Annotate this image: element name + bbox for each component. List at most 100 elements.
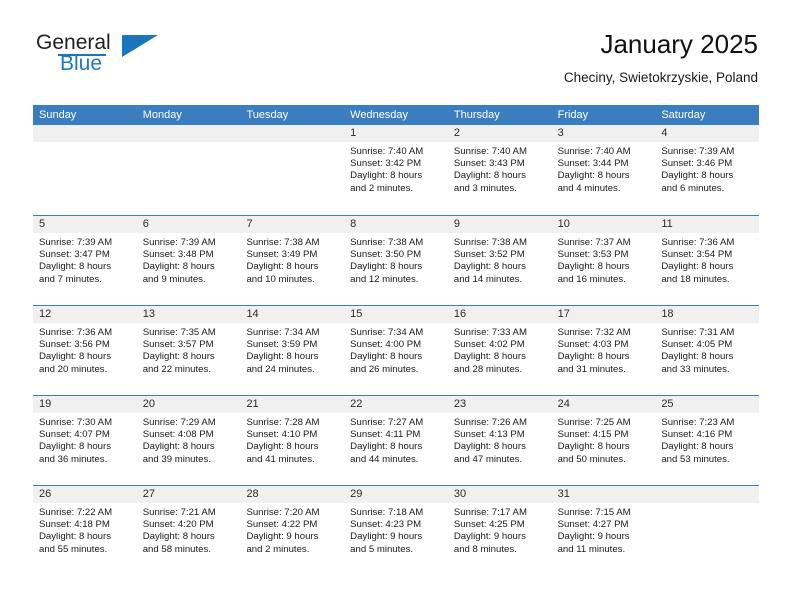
day-info: Sunrise: 7:37 AM Sunset: 3:53 PM Daylight:… [552, 233, 656, 286]
daylight-text-line2: and 39 minutes. [142, 453, 211, 465]
daylight-text-line2: and 3 minutes. [453, 182, 517, 194]
sunset-text: Sunset: 4:18 PM [39, 519, 110, 531]
day-number-strip: 14 [240, 306, 345, 323]
day-cell[interactable]: 29 Sunrise: 7:18 AM Sunset: 4:23 PM Dayligh… [344, 486, 448, 575]
day-info: Sunrise: 7:40 AM Sunset: 3:42 PM Daylight:… [344, 142, 448, 195]
day-number-strip: 24 [551, 396, 656, 413]
day-number: 6 [142, 218, 149, 230]
day-cell[interactable]: 23 Sunrise: 7:26 AM Sunset: 4:13 PM Dayligh… [447, 396, 552, 485]
day-number-strip: 8 [344, 216, 448, 233]
sunset-text: Sunset: 4:11 PM [350, 429, 421, 441]
day-number-strip: 6 [136, 216, 241, 233]
day-number-strip [33, 125, 137, 142]
day-cell[interactable]: 16 Sunrise: 7:33 AM Sunset: 4:02 PM Dayligh… [447, 306, 552, 395]
day-info: Sunrise: 7:40 AM Sunset: 3:43 PM Daylight:… [448, 142, 552, 195]
day-cell[interactable]: 24 Sunrise: 7:25 AM Sunset: 4:15 PM Dayligh… [551, 396, 656, 485]
day-cell[interactable]: 26 Sunrise: 7:22 AM Sunset: 4:18 PM Dayligh… [33, 486, 137, 575]
sunrise-text: Sunrise: 7:40 AM [557, 146, 631, 157]
day-number: 1 [350, 127, 357, 139]
day-info: Sunrise: 7:34 AM Sunset: 4:00 PM Daylight:… [344, 323, 448, 376]
day-cell[interactable]: 7 Sunrise: 7:38 AM Sunset: 3:49 PM Daylight… [240, 216, 345, 305]
sunrise-text: Sunrise: 7:29 AM [142, 417, 216, 428]
day-number-strip: 18 [655, 306, 760, 323]
day-cell[interactable]: 20 Sunrise: 7:29 AM Sunset: 4:08 PM Dayligh… [136, 396, 241, 485]
day-cell[interactable]: 4 Sunrise: 7:39 AM Sunset: 3:46 PM Daylight… [655, 125, 760, 215]
page-header: General Blue January 2025 Checiny, Swiet… [34, 28, 758, 102]
day-cell[interactable]: 10 Sunrise: 7:37 AM Sunset: 3:53 PM Dayligh… [551, 216, 656, 305]
day-cell[interactable]: 1 Sunrise: 7:40 AM Sunset: 3:42 PM Daylight… [344, 125, 448, 215]
day-number-strip [136, 125, 241, 142]
day-cell[interactable]: 14 Sunrise: 7:34 AM Sunset: 3:59 PM Dayligh… [240, 306, 345, 395]
daylight-text-line2: and 16 minutes. [557, 273, 626, 285]
daylight-text-line2: and 20 minutes. [39, 363, 108, 375]
day-number: 7 [246, 218, 253, 230]
day-number: 27 [142, 488, 155, 500]
day-number-strip: 11 [655, 216, 760, 233]
weekday-header-row: Sunday Monday Tuesday Wednesday Thursday Frid… [33, 105, 759, 125]
sunset-text: Sunset: 4:22 PM [246, 519, 318, 531]
day-number-strip: 23 [447, 396, 552, 413]
day-cell[interactable]: 21 Sunrise: 7:28 AM Sunset: 4:10 PM Dayligh… [240, 396, 345, 485]
general-blue-logo[interactable]: General Blue [34, 32, 214, 88]
day-number-strip: 21 [240, 396, 345, 413]
sunset-text: Sunset: 4:25 PM [453, 519, 525, 531]
daylight-text-line1: Daylight: 8 hours [661, 170, 734, 182]
day-number-strip: 25 [655, 396, 760, 413]
day-cell[interactable]: 8 Sunrise: 7:38 AM Sunset: 3:50 PM Daylight… [344, 216, 448, 305]
daylight-text-line1: Daylight: 8 hours [557, 261, 630, 273]
day-number: 30 [453, 488, 467, 500]
daylight-text-line2: and 11 minutes. [557, 543, 626, 555]
day-cell[interactable]: 25 Sunrise: 7:23 AM Sunset: 4:16 PM Dayligh… [655, 396, 760, 485]
sunset-text: Sunset: 4:10 PM [246, 429, 318, 441]
sunset-text: Sunset: 3:50 PM [350, 249, 422, 261]
sunset-text: Sunset: 4:23 PM [350, 519, 422, 531]
sunset-text: Sunset: 4:02 PM [453, 339, 525, 351]
daylight-text-line2: and 2 minutes. [246, 543, 310, 555]
day-cell[interactable]: 19 Sunrise: 7:30 AM Sunset: 4:07 PM Dayligh… [33, 396, 137, 485]
sunrise-text: Sunrise: 7:27 AM [350, 417, 424, 428]
daylight-text-line2: and 7 minutes. [39, 273, 102, 285]
day-cell[interactable]: 11 Sunrise: 7:36 AM Sunset: 3:54 PM Dayligh… [655, 216, 760, 305]
day-cell[interactable]: 31 Sunrise: 7:15 AM Sunset: 4:27 PM Dayligh… [551, 486, 656, 575]
sunrise-text: Sunrise: 7:23 AM [661, 417, 735, 428]
daylight-text-line2: and 36 minutes. [39, 453, 108, 465]
day-info: Sunrise: 7:22 AM Sunset: 4:18 PM Daylight:… [33, 503, 137, 556]
day-cell[interactable]: 2 Sunrise: 7:40 AM Sunset: 3:43 PM Daylight… [447, 125, 552, 215]
daylight-text-line1: Daylight: 9 hours [557, 531, 630, 543]
day-cell[interactable]: 12 Sunrise: 7:36 AM Sunset: 3:56 PM Dayligh… [33, 306, 137, 395]
day-number-strip: 1 [344, 125, 448, 142]
day-cell[interactable]: 9 Sunrise: 7:38 AM Sunset: 3:52 PM Daylight… [447, 216, 552, 305]
day-cell[interactable]: 3 Sunrise: 7:40 AM Sunset: 3:44 PM Daylight… [551, 125, 656, 215]
daylight-text-line2: and 47 minutes. [453, 453, 523, 465]
weekday-header-thursday: Thursday [453, 109, 500, 121]
day-number: 26 [39, 488, 52, 500]
day-number-strip: 15 [344, 306, 448, 323]
sunrise-text: Sunrise: 7:36 AM [39, 327, 113, 338]
day-cell[interactable]: 22 Sunrise: 7:27 AM Sunset: 4:11 PM Dayligh… [344, 396, 448, 485]
day-cell[interactable]: 6 Sunrise: 7:39 AM Sunset: 3:48 PM Daylight… [136, 216, 241, 305]
day-cell[interactable]: 28 Sunrise: 7:20 AM Sunset: 4:22 PM Dayligh… [240, 486, 345, 575]
sunrise-text: Sunrise: 7:38 AM [246, 237, 320, 248]
day-number-strip: 26 [33, 486, 137, 503]
sunrise-text: Sunrise: 7:35 AM [142, 327, 216, 338]
day-info: Sunrise: 7:29 AM Sunset: 4:08 PM Daylight:… [137, 413, 241, 466]
sunset-text: Sunset: 4:05 PM [661, 339, 733, 351]
day-cell[interactable]: 30 Sunrise: 7:17 AM Sunset: 4:25 PM Dayligh… [447, 486, 552, 575]
day-cell[interactable]: 18 Sunrise: 7:31 AM Sunset: 4:05 PM Dayligh… [655, 306, 760, 395]
day-number-strip: 4 [655, 125, 760, 142]
day-number: 15 [350, 308, 363, 320]
day-cell[interactable]: 5 Sunrise: 7:39 AM Sunset: 3:47 PM Daylight… [33, 216, 137, 305]
daylight-text-line2: and 14 minutes. [453, 273, 523, 285]
day-cell[interactable]: 27 Sunrise: 7:21 AM Sunset: 4:20 PM Dayligh… [136, 486, 241, 575]
daylight-text-line2: and 41 minutes. [246, 453, 315, 465]
daylight-text-line1: Daylight: 8 hours [39, 261, 111, 273]
daylight-text-line1: Daylight: 8 hours [350, 351, 423, 363]
day-info: Sunrise: 7:31 AM Sunset: 4:05 PM Daylight:… [655, 323, 759, 376]
sunrise-text: Sunrise: 7:25 AM [557, 417, 631, 428]
sunrise-text: Sunrise: 7:36 AM [661, 237, 735, 248]
day-cell-empty [136, 125, 241, 215]
day-cell[interactable]: 15 Sunrise: 7:34 AM Sunset: 4:00 PM Dayligh… [344, 306, 448, 395]
day-cell[interactable]: 17 Sunrise: 7:32 AM Sunset: 4:03 PM Dayligh… [551, 306, 656, 395]
day-info: Sunrise: 7:25 AM Sunset: 4:15 PM Daylight:… [552, 413, 656, 466]
day-cell[interactable]: 13 Sunrise: 7:35 AM Sunset: 3:57 PM Dayligh… [136, 306, 241, 395]
